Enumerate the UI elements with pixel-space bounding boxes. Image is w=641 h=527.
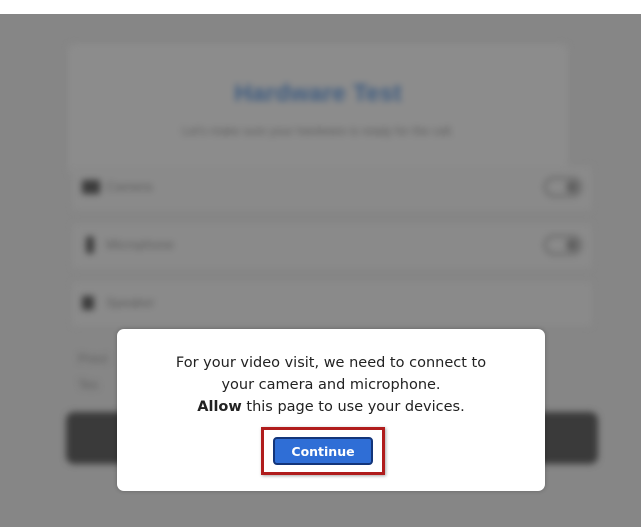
- page-subtitle: Let's make sure your hardware is ready f…: [182, 124, 454, 138]
- microphone-label: Microphone: [106, 237, 174, 252]
- camera-label: Camera: [106, 179, 153, 194]
- dialog-line-2: your camera and microphone.: [221, 377, 441, 393]
- side-line: Tes: [78, 377, 99, 392]
- camera-toggle[interactable]: [544, 177, 582, 197]
- microphone-toggle[interactable]: [544, 235, 582, 255]
- page-title: Hardware Test: [234, 80, 402, 107]
- permission-dialog: For your video visit, we need to connect…: [117, 329, 545, 491]
- microphone-row[interactable]: Microphone: [72, 224, 592, 268]
- button-highlight-box: Continue: [261, 427, 385, 475]
- dialog-line-1: For your video visit, we need to connect…: [175, 355, 487, 371]
- camera-icon: [82, 180, 100, 194]
- continue-button[interactable]: Continue: [273, 437, 373, 465]
- dialog-line-3-rest: this page to use your devices.: [241, 399, 465, 415]
- camera-row[interactable]: Camera: [72, 166, 592, 210]
- hardware-test-card: Hardware Test Let's make sure your hardw…: [68, 44, 568, 174]
- allow-emphasis: Allow: [197, 399, 242, 415]
- side-text: Previ Tes: [78, 346, 108, 398]
- speaker-icon: [82, 296, 94, 310]
- dialog-line-3: Allow this page to use your devices.: [117, 396, 545, 418]
- speaker-label: Speaker: [106, 295, 155, 310]
- side-line: Previ: [78, 351, 108, 366]
- microphone-icon: [86, 236, 94, 254]
- speaker-row[interactable]: Speaker: [72, 282, 592, 326]
- dialog-message: For your video visit, we need to connect…: [117, 352, 545, 418]
